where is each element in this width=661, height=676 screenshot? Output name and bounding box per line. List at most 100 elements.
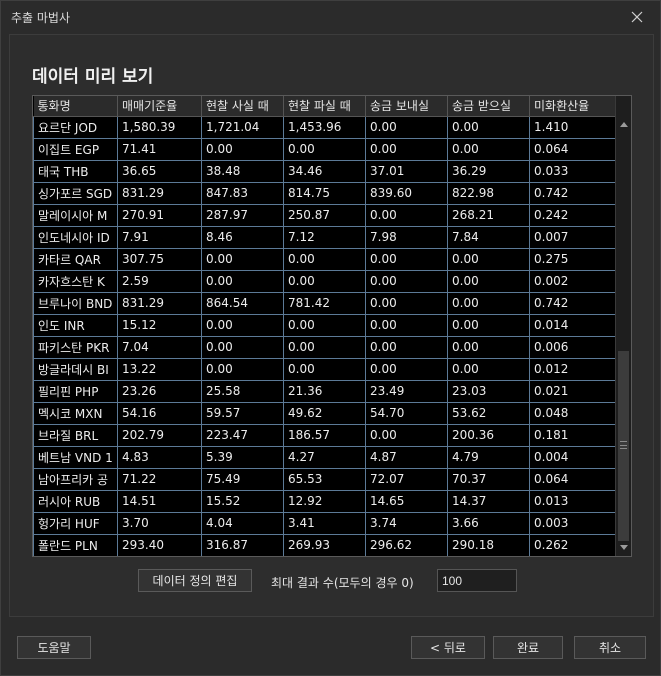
table-row[interactable]: 남아프리카 공 71.22 75.49 65.53 72.07 70.37 0.064 <box>33 467 618 491</box>
table-cell: 카자흐스탄 K <box>33 269 118 293</box>
close-button[interactable] <box>614 1 660 33</box>
table-cell: 헝가리 HUF <box>33 511 118 535</box>
table-cell: 316.87 <box>201 533 284 556</box>
table-cell: 14.51 <box>117 489 202 513</box>
table-row[interactable]: 방글라데시 BI 13.22 0.00 0.00 0.00 0.00 0.012 <box>33 357 618 381</box>
table-cell: 0.00 <box>365 269 448 293</box>
title-bar: 추출 마법사 <box>1 1 660 33</box>
table-cell: 8.46 <box>201 225 284 249</box>
table-cell: 38.48 <box>201 159 284 183</box>
table-cell: 요르단 JOD <box>33 115 118 139</box>
column-header[interactable]: 미화환산율 <box>529 96 618 117</box>
cancel-button[interactable]: 취소 <box>574 636 646 659</box>
vertical-scrollbar[interactable] <box>615 96 631 556</box>
table-row[interactable]: 카타르 QAR 307.75 0.00 0.00 0.00 0.00 0.275 <box>33 247 618 271</box>
table-cell: 223.47 <box>201 423 284 447</box>
table-cell: 200.36 <box>447 423 530 447</box>
table-cell: 49.62 <box>283 401 366 425</box>
table-cell: 4.79 <box>447 445 530 469</box>
table-row[interactable]: 브루나이 BND 831.29 864.54 781.42 0.00 0.00 0.742 <box>33 291 618 315</box>
table-cell: 3.74 <box>365 511 448 535</box>
column-header[interactable]: 현찰 사실 때 <box>201 96 284 117</box>
table-cell: 822.98 <box>447 181 530 205</box>
table-cell: 23.03 <box>447 379 530 403</box>
table-cell: 814.75 <box>283 181 366 205</box>
table-cell: 25.58 <box>201 379 284 403</box>
extraction-wizard-window: 추출 마법사 데이터 미리 보기 통화명 매매기준율 현찰 사실 때 현찰 파실 때송… <box>0 0 661 676</box>
table-cell: 인도 INR <box>33 313 118 337</box>
table-cell: 0.00 <box>201 137 284 161</box>
table-cell: 0.00 <box>447 335 530 359</box>
table-cell: 0.033 <box>529 159 618 183</box>
table-row[interactable]: 태국 THB 36.65 38.48 34.46 37.01 36.29 0.033 <box>33 159 618 183</box>
table-cell: 70.37 <box>447 467 530 491</box>
table-cell: 307.75 <box>117 247 202 271</box>
table-cell: 269.93 <box>283 533 366 556</box>
table-cell: 4.04 <box>201 511 284 535</box>
table-cell: 0.00 <box>447 313 530 337</box>
table-cell: 36.29 <box>447 159 530 183</box>
table-cell: 0.00 <box>201 335 284 359</box>
column-header[interactable]: 매매기준율 <box>117 96 202 117</box>
table-cell: 0.021 <box>529 379 618 403</box>
finish-button[interactable]: 완료 <box>493 636 563 659</box>
table-cell: 839.60 <box>365 181 448 205</box>
column-header[interactable]: 통화명 <box>33 96 118 117</box>
table-row[interactable]: 헝가리 HUF 3.70 4.04 3.41 3.74 3.66 0.003 <box>33 511 618 535</box>
table-cell: 0.181 <box>529 423 618 447</box>
table-row[interactable]: 멕시코 MXN 54.16 59.57 49.62 54.70 53.62 0.048 <box>33 401 618 425</box>
table-row[interactable]: 파키스탄 PKR 7.04 0.00 0.00 0.00 0.00 0.006 <box>33 335 618 359</box>
table-row[interactable]: 말레이시아 M 270.91 287.97 250.87 0.00 268.21 0.242 <box>33 203 618 227</box>
table-cell: 말레이시아 M <box>33 203 118 227</box>
table-cell: 0.00 <box>283 313 366 337</box>
table-cell: 34.46 <box>283 159 366 183</box>
table-cell: 65.53 <box>283 467 366 491</box>
edit-data-definition-button[interactable]: 데이터 정의 편집 <box>138 569 252 592</box>
table-cell: 0.00 <box>283 247 366 271</box>
table-cell: 4.87 <box>365 445 448 469</box>
wizard-body: 데이터 미리 보기 통화명 매매기준율 현찰 사실 때 현찰 파실 때 송금 보내실 송금… <box>9 34 654 617</box>
scroll-up-button[interactable] <box>616 116 631 132</box>
header-row: 통화명 매매기준율 현찰 사실 때 현찰 파실 때 송금 보내실 송금 받으실 미화환산율 <box>33 96 618 117</box>
table-cell: 37.01 <box>365 159 448 183</box>
preview-table: 통화명 매매기준율 현찰 사실 때 현찰 파실 때 송금 보내실 송금 받으실 미화환산율 … <box>33 96 618 556</box>
table-cell: 0.064 <box>529 467 618 491</box>
table-cell: 0.00 <box>447 115 530 139</box>
table-row[interactable]: 인도네시아 ID 7.91 8.46 7.12 7.98 7.84 0.007 <box>33 225 618 249</box>
back-button[interactable]: < 뒤로 <box>411 636 485 659</box>
table-cell: 폴란드 PLN <box>33 533 118 556</box>
table-cell: 14.65 <box>365 489 448 513</box>
table-cell: 7.12 <box>283 225 366 249</box>
max-results-input[interactable] <box>437 569 517 592</box>
table-cell: 7.04 <box>117 335 202 359</box>
table-row[interactable]: 인도 INR 15.12 0.00 0.00 0.00 0.00 0.014 <box>33 313 618 337</box>
data-preview-grid[interactable]: 통화명 매매기준율 현찰 사실 때 현찰 파실 때 송금 보내실 송금 받으실 미화환산율 … <box>32 95 632 557</box>
column-header[interactable]: 송금 보내실 <box>365 96 448 117</box>
table-row[interactable]: 요르단 JOD 1,580.39 1,721.04 1,453.96 0.00 0.00 1… <box>33 115 618 139</box>
scroll-down-button[interactable] <box>616 540 631 556</box>
table-row[interactable]: 카자흐스탄 K 2.59 0.00 0.00 0.00 0.00 0.002 <box>33 269 618 293</box>
table-cell: 0.003 <box>529 511 618 535</box>
table-cell: 0.275 <box>529 247 618 271</box>
column-header[interactable]: 송금 받으실 <box>447 96 530 117</box>
table-row[interactable]: 러시아 RUB 14.51 15.52 12.92 14.65 14.37 0.013 <box>33 489 618 513</box>
table-cell: 0.007 <box>529 225 618 249</box>
triangle-down-icon <box>620 545 628 550</box>
table-row[interactable]: 싱가포르 SGD 831.29 847.83 814.75 839.60 822.98 0.… <box>33 181 618 205</box>
table-cell: 54.70 <box>365 401 448 425</box>
table-row[interactable]: 필리핀 PHP 23.26 25.58 21.36 23.49 23.03 0.021 <box>33 379 618 403</box>
table-cell: 0.00 <box>283 335 366 359</box>
table-cell: 필리핀 PHP <box>33 379 118 403</box>
table-cell: 0.00 <box>283 269 366 293</box>
help-button[interactable]: 도움말 <box>17 636 91 659</box>
table-row[interactable]: 베트남 VND 1 4.83 5.39 4.27 4.87 4.79 0.004 <box>33 445 618 469</box>
table-cell: 0.012 <box>529 357 618 381</box>
table-row[interactable]: 이집트 EGP 71.41 0.00 0.00 0.00 0.00 0.064 <box>33 137 618 161</box>
table-cell: 0.00 <box>365 357 448 381</box>
table-cell: 36.65 <box>117 159 202 183</box>
grip-icon <box>620 441 627 449</box>
table-cell: 1.410 <box>529 115 618 139</box>
table-row[interactable]: 폴란드 PLN 293.40 316.87 269.93 296.62 290.18 0.2… <box>33 533 618 556</box>
table-row[interactable]: 브라질 BRL 202.79 223.47 186.57 0.00 200.36 0.181 <box>33 423 618 447</box>
column-header[interactable]: 현찰 파실 때 <box>283 96 366 117</box>
